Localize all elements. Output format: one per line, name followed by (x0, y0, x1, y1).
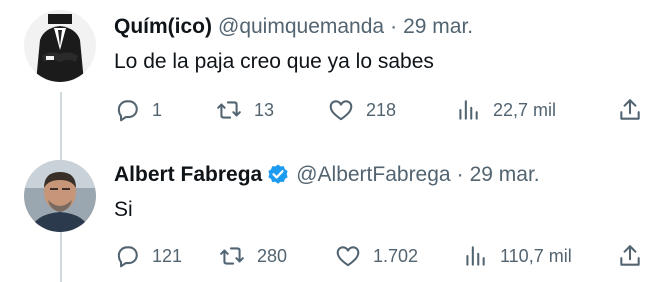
tweet-actions: 121 280 1.702 110,7 mil (0, 241, 665, 271)
user-handle[interactable]: @quimquemanda (218, 15, 384, 39)
reply-button[interactable]: 121 (114, 241, 182, 271)
retweet-icon (220, 247, 244, 265)
reply-count: 1 (152, 99, 163, 120)
tweet-header: Quím(ico) @quimquemanda · 29 mar. (114, 14, 473, 40)
tweet-date[interactable]: 29 mar. (470, 163, 540, 187)
tweet-text: Si (114, 198, 133, 221)
tweet-thread: Quím(ico) @quimquemanda · 29 mar. Lo de … (0, 0, 665, 282)
tweet-date[interactable]: 29 mar. (403, 15, 473, 39)
tweet-text: Lo de la paja creo que ya lo sabes (114, 50, 434, 73)
suit-person-avatar-icon (24, 10, 96, 82)
reply-icon (117, 100, 138, 122)
retweet-button[interactable]: 280 (219, 241, 287, 271)
reply-button[interactable]: 1 (114, 95, 162, 125)
views-button[interactable]: 110,7 mil (462, 241, 572, 271)
display-name[interactable]: Quím(ico) (114, 15, 212, 39)
views-chart-icon (459, 100, 478, 120)
reply-icon (117, 246, 138, 268)
separator-dot: · (456, 163, 464, 186)
share-icon (620, 245, 640, 266)
views-count: 22,7 mil (493, 99, 557, 120)
tweet[interactable]: Quím(ico) @quimquemanda · 29 mar. Lo de … (0, 0, 665, 140)
views-chart-icon (466, 246, 485, 266)
like-count: 1.702 (373, 245, 419, 266)
verified-badge-icon (268, 164, 288, 184)
user-handle[interactable]: @AlbertFabrega (296, 163, 450, 187)
heart-icon (336, 246, 360, 267)
retweet-button[interactable]: 13 (216, 95, 274, 125)
avatar[interactable] (24, 10, 96, 82)
reply-count: 121 (152, 245, 183, 266)
like-button[interactable]: 218 (328, 95, 396, 125)
heart-icon (329, 100, 353, 121)
views-button[interactable]: 22,7 mil (455, 95, 556, 125)
share-button[interactable] (617, 241, 643, 271)
share-icon (620, 99, 640, 120)
retweet-count: 280 (257, 245, 288, 266)
like-count: 218 (366, 99, 397, 120)
share-button[interactable] (617, 95, 643, 125)
tweet-header: Albert Fabrega @AlbertFabrega · 29 mar. (114, 162, 540, 188)
display-name[interactable]: Albert Fabrega (114, 163, 262, 187)
retweet-count: 13 (254, 99, 275, 120)
retweet-icon (217, 101, 241, 119)
tweet-actions: 1 13 218 22,7 mil (0, 95, 665, 125)
avatar[interactable] (24, 160, 96, 232)
like-button[interactable]: 1.702 (335, 241, 418, 271)
tweet[interactable]: Albert Fabrega @AlbertFabrega · 29 mar. … (0, 140, 665, 282)
views-count: 110,7 mil (500, 245, 572, 266)
separator-dot: · (390, 15, 398, 38)
man-portrait-avatar-icon (24, 160, 96, 232)
